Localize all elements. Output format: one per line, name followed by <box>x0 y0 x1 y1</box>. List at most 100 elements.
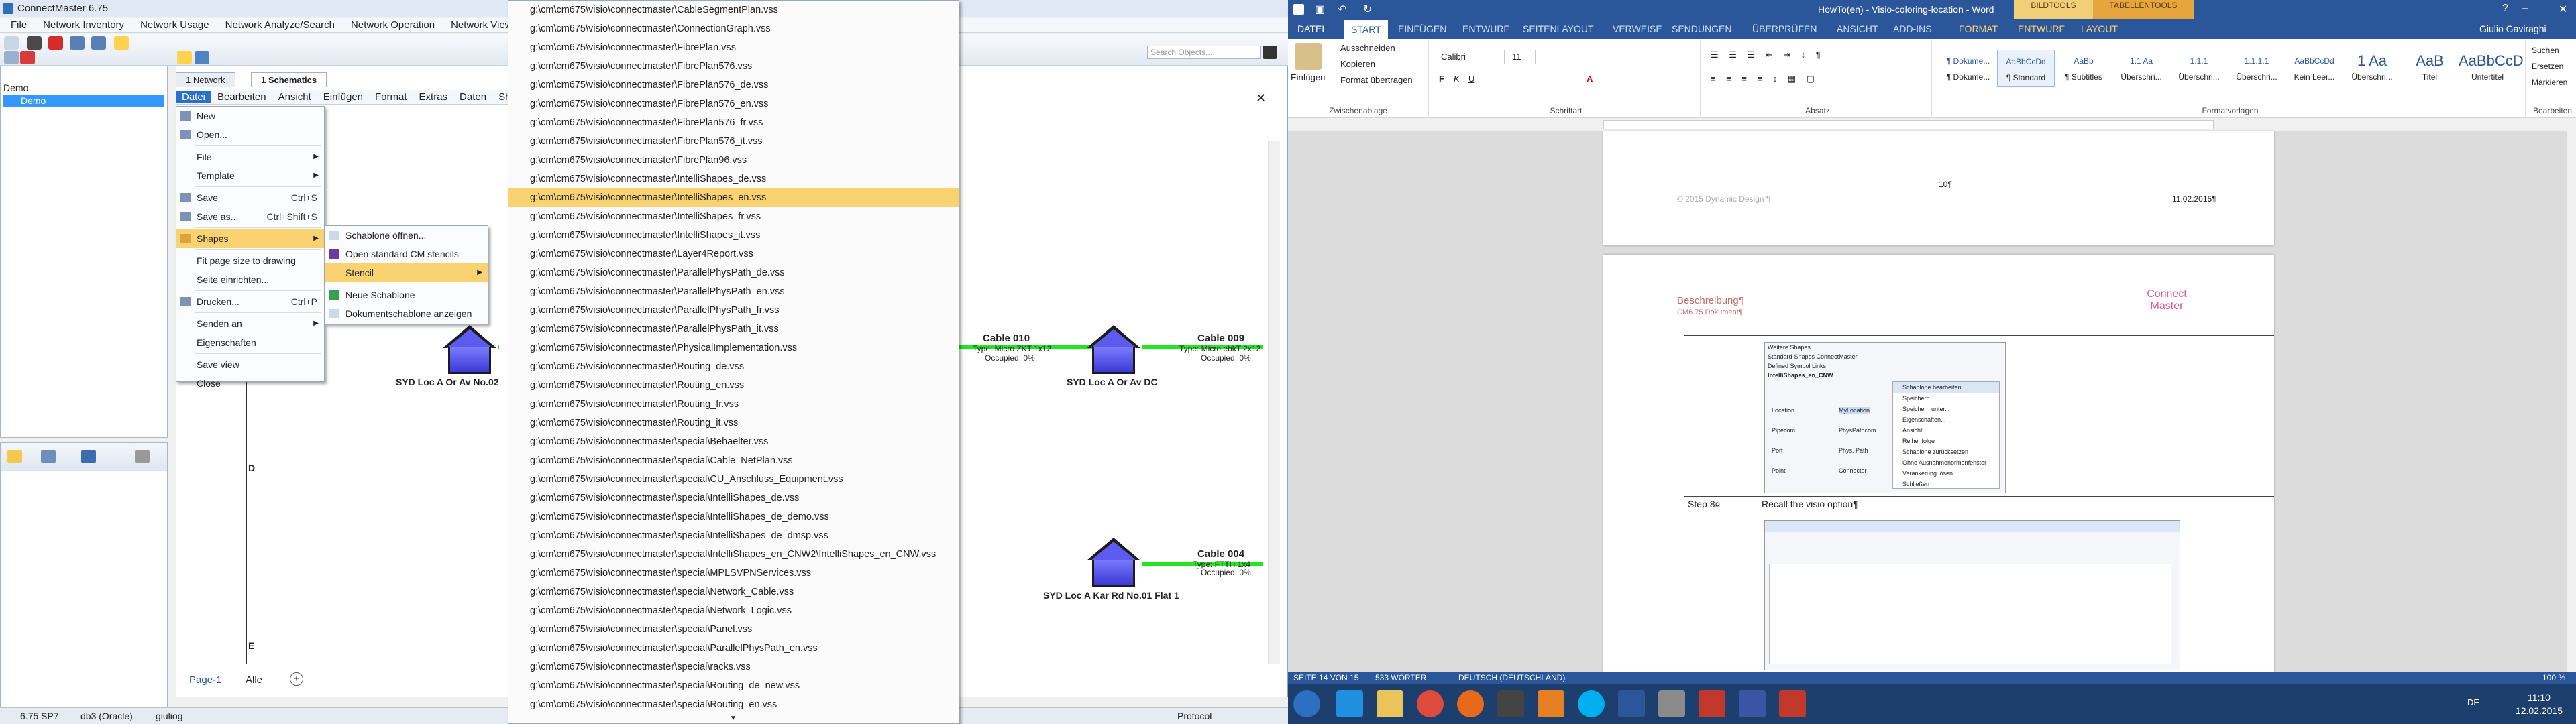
style-3[interactable]: 1.1 Aa Überschri... <box>2112 50 2170 87</box>
redo-icon[interactable]: ↻ <box>1363 3 1372 16</box>
page-tab-1[interactable]: Page-1 <box>189 674 221 686</box>
vertical-scrollbar[interactable] <box>1268 141 1280 664</box>
select-button[interactable]: Markieren <box>2532 78 2567 87</box>
stencil-file-item[interactable]: g:\cm\cm675\visio\connectmaster\Layer4Re… <box>508 245 959 263</box>
menu-item-file[interactable]: File ▶ <box>176 147 324 166</box>
menu-item-fit-page-size-to-drawing[interactable]: Fit page size to drawing <box>176 251 324 270</box>
save-icon[interactable] <box>195 51 209 64</box>
menu-item-senden-an[interactable]: Senden an ▶ <box>176 314 324 333</box>
status-zoom[interactable]: 100 % <box>2542 672 2565 684</box>
paste-icon[interactable] <box>1295 43 1322 70</box>
ruler[interactable] <box>1288 118 2576 131</box>
menu-item-new[interactable]: New <box>176 107 324 125</box>
stencil-file-item[interactable]: g:\cm\cm675\visio\connectmaster\FibrePla… <box>508 38 959 57</box>
tab-start[interactable]: START <box>1344 20 1388 39</box>
tab-seitenlayout[interactable]: SEITENLAYOUT <box>1523 23 1594 34</box>
stencil-file-item[interactable]: g:\cm\cm675\visio\connectmaster\Routing_… <box>508 376 959 395</box>
folder-icon[interactable] <box>7 450 22 463</box>
stencil-file-item[interactable]: g:\cm\cm675\visio\connectmaster\FibrePla… <box>508 113 959 132</box>
stencil-file-item[interactable]: g:\cm\cm675\visio\connectmaster\special\… <box>508 470 959 489</box>
style-8[interactable]: AaB Titel <box>2401 50 2459 87</box>
menu-item-shapes[interactable]: Shapes ▶ <box>176 229 324 248</box>
tab-entwurf-table[interactable]: ENTWURF <box>2018 23 2065 34</box>
minimize-icon[interactable]: – <box>2522 3 2528 15</box>
tab-ansicht[interactable]: ANSICHT <box>1837 23 1878 34</box>
menu-network-operation[interactable]: Network Operation <box>343 19 443 31</box>
tool-icon[interactable] <box>41 450 56 463</box>
tree-icon[interactable] <box>4 51 19 64</box>
menu-network-usage[interactable]: Network Usage <box>132 19 217 31</box>
stencil-file-item[interactable]: g:\cm\cm675\visio\connectmaster\special\… <box>508 526 959 545</box>
tab-network[interactable]: 1 Network <box>176 72 235 87</box>
tree-root[interactable]: Demo <box>3 82 28 93</box>
folder-icon[interactable] <box>177 51 192 64</box>
menu-file[interactable]: File <box>3 19 35 31</box>
menu-item-close[interactable]: Close <box>176 374 324 393</box>
stencil-file-item[interactable]: g:\cm\cm675\visio\connectmaster\IntelliS… <box>508 226 959 245</box>
app-icon[interactable] <box>1497 690 1524 717</box>
firefox-icon[interactable] <box>1457 690 1484 717</box>
tab-entwurf[interactable]: ENTWURF <box>1462 23 1509 34</box>
menu-network-inventory[interactable]: Network Inventory <box>35 19 132 31</box>
stencil-file-item[interactable]: g:\cm\cm675\visio\connectmaster\Parallel… <box>508 282 959 301</box>
maximize-icon[interactable]: □ <box>2540 3 2546 15</box>
link-icon[interactable] <box>91 36 106 50</box>
font-size-select[interactable]: 11 <box>1509 50 1536 64</box>
tab-addins[interactable]: ADD-INS <box>1893 23 1932 34</box>
status-words[interactable]: 533 WÖRTER <box>1375 672 1426 684</box>
stencil-file-item[interactable]: g:\cm\cm675\visio\connectmaster\Physical… <box>508 339 959 357</box>
cm-search-input[interactable]: Search Objects... <box>1147 46 1261 59</box>
ruler-bar[interactable] <box>1603 120 2214 129</box>
embedded-screenshot[interactable]: Weitere Shapes Standard-Shapes ConnectMas… <box>1764 342 2006 493</box>
align-icons[interactable]: ≡ ≡ ≡ ≡ ↕ ▦ ▢ <box>1711 74 1819 84</box>
site-shape[interactable] <box>1087 538 1140 588</box>
menu-item-save-as[interactable]: Save as... Ctrl+Shift+S <box>176 207 324 226</box>
menu-item-seite-einrichten[interactable]: Seite einrichten... <box>176 270 324 289</box>
stencil-file-item[interactable]: g:\cm\cm675\visio\connectmaster\special\… <box>508 695 959 714</box>
style-6[interactable]: AaBbCcDd Kein Leer... <box>2286 50 2343 87</box>
style-0[interactable]: ¶ Dokume... ¶ Dokume... <box>1939 50 1997 87</box>
menu-item-drucken[interactable]: Drucken... Ctrl+P <box>176 292 324 311</box>
explorer-icon[interactable] <box>1377 690 1403 717</box>
style-9[interactable]: AaBbCcD Untertitel <box>2459 50 2524 87</box>
bold-icon[interactable]: F <box>1439 74 1444 84</box>
toolbar-icon[interactable] <box>4 36 19 50</box>
italic-icon[interactable]: K <box>1454 74 1460 84</box>
visio-icon[interactable] <box>1739 690 1766 717</box>
tree-item-demo[interactable]: Demo <box>3 95 164 107</box>
add-page-icon[interactable]: + <box>290 672 303 686</box>
stencil-file-item[interactable]: g:\cm\cm675\visio\connectmaster\Connecti… <box>508 19 959 38</box>
vertical-scrollbar[interactable] <box>2567 131 2576 678</box>
stencil-file-item[interactable]: g:\cm\cm675\visio\connectmaster\FibrePla… <box>508 95 959 113</box>
stencil-file-item[interactable]: g:\cm\cm675\visio\connectmaster\CableSeg… <box>508 1 959 19</box>
list-icons[interactable]: ☰ ☰ ☰ ⇤ ⇥ ↕ ¶ <box>1711 50 1825 60</box>
menu-item-save-view[interactable]: Save view <box>176 355 324 374</box>
stencil-file-item[interactable]: g:\cm\cm675\visio\connectmaster\IntelliS… <box>508 207 959 226</box>
stencil-file-item[interactable]: g:\cm\cm675\visio\connectmaster\special\… <box>508 658 959 676</box>
menu-format[interactable]: Format <box>369 91 413 103</box>
format-painter-button[interactable]: Format übertragen <box>1340 75 1413 85</box>
tab-format[interactable]: FORMAT <box>1959 23 1998 34</box>
embedded-screenshot[interactable] <box>1764 520 2180 670</box>
stencil-file-item[interactable]: g:\cm\cm675\visio\connectmaster\Parallel… <box>508 301 959 320</box>
stencil-file-item[interactable]: g:\cm\cm675\visio\connectmaster\special\… <box>508 451 959 470</box>
menu-item-dokumentschablone[interactable]: Dokumentschablone anzeigen <box>325 304 488 323</box>
style-2[interactable]: AaBb ¶ Subtitles <box>2055 50 2112 87</box>
close-icon[interactable]: ✕ <box>2559 3 2567 16</box>
tab-schematics[interactable]: 1 Schematics <box>251 72 327 87</box>
site-shape[interactable] <box>1087 325 1140 375</box>
stencil-file-item[interactable]: g:\cm\cm675\visio\connectmaster\FibrePla… <box>508 132 959 151</box>
stencil-file-item[interactable]: g:\cm\cm675\visio\connectmaster\special\… <box>508 489 959 507</box>
style-1[interactable]: AaBbCcDd ¶ Standard <box>1997 50 2055 87</box>
app-icon[interactable] <box>1779 690 1806 717</box>
stencil-file-item[interactable]: g:\cm\cm675\visio\connectmaster\IntelliS… <box>508 170 959 188</box>
outlook-icon[interactable] <box>1538 690 1564 717</box>
cable-line[interactable] <box>498 345 499 349</box>
delete-icon[interactable] <box>48 36 63 50</box>
stencil-file-item[interactable]: g:\cm\cm675\visio\connectmaster\special\… <box>508 564 959 583</box>
menu-item-open[interactable]: Open... <box>176 125 324 144</box>
stencil-file-item[interactable]: g:\cm\cm675\visio\connectmaster\special\… <box>508 676 959 695</box>
skype-icon[interactable] <box>1578 690 1605 717</box>
sigma-icon[interactable] <box>20 51 35 64</box>
tab-datei[interactable]: DATEI <box>1297 23 1325 34</box>
